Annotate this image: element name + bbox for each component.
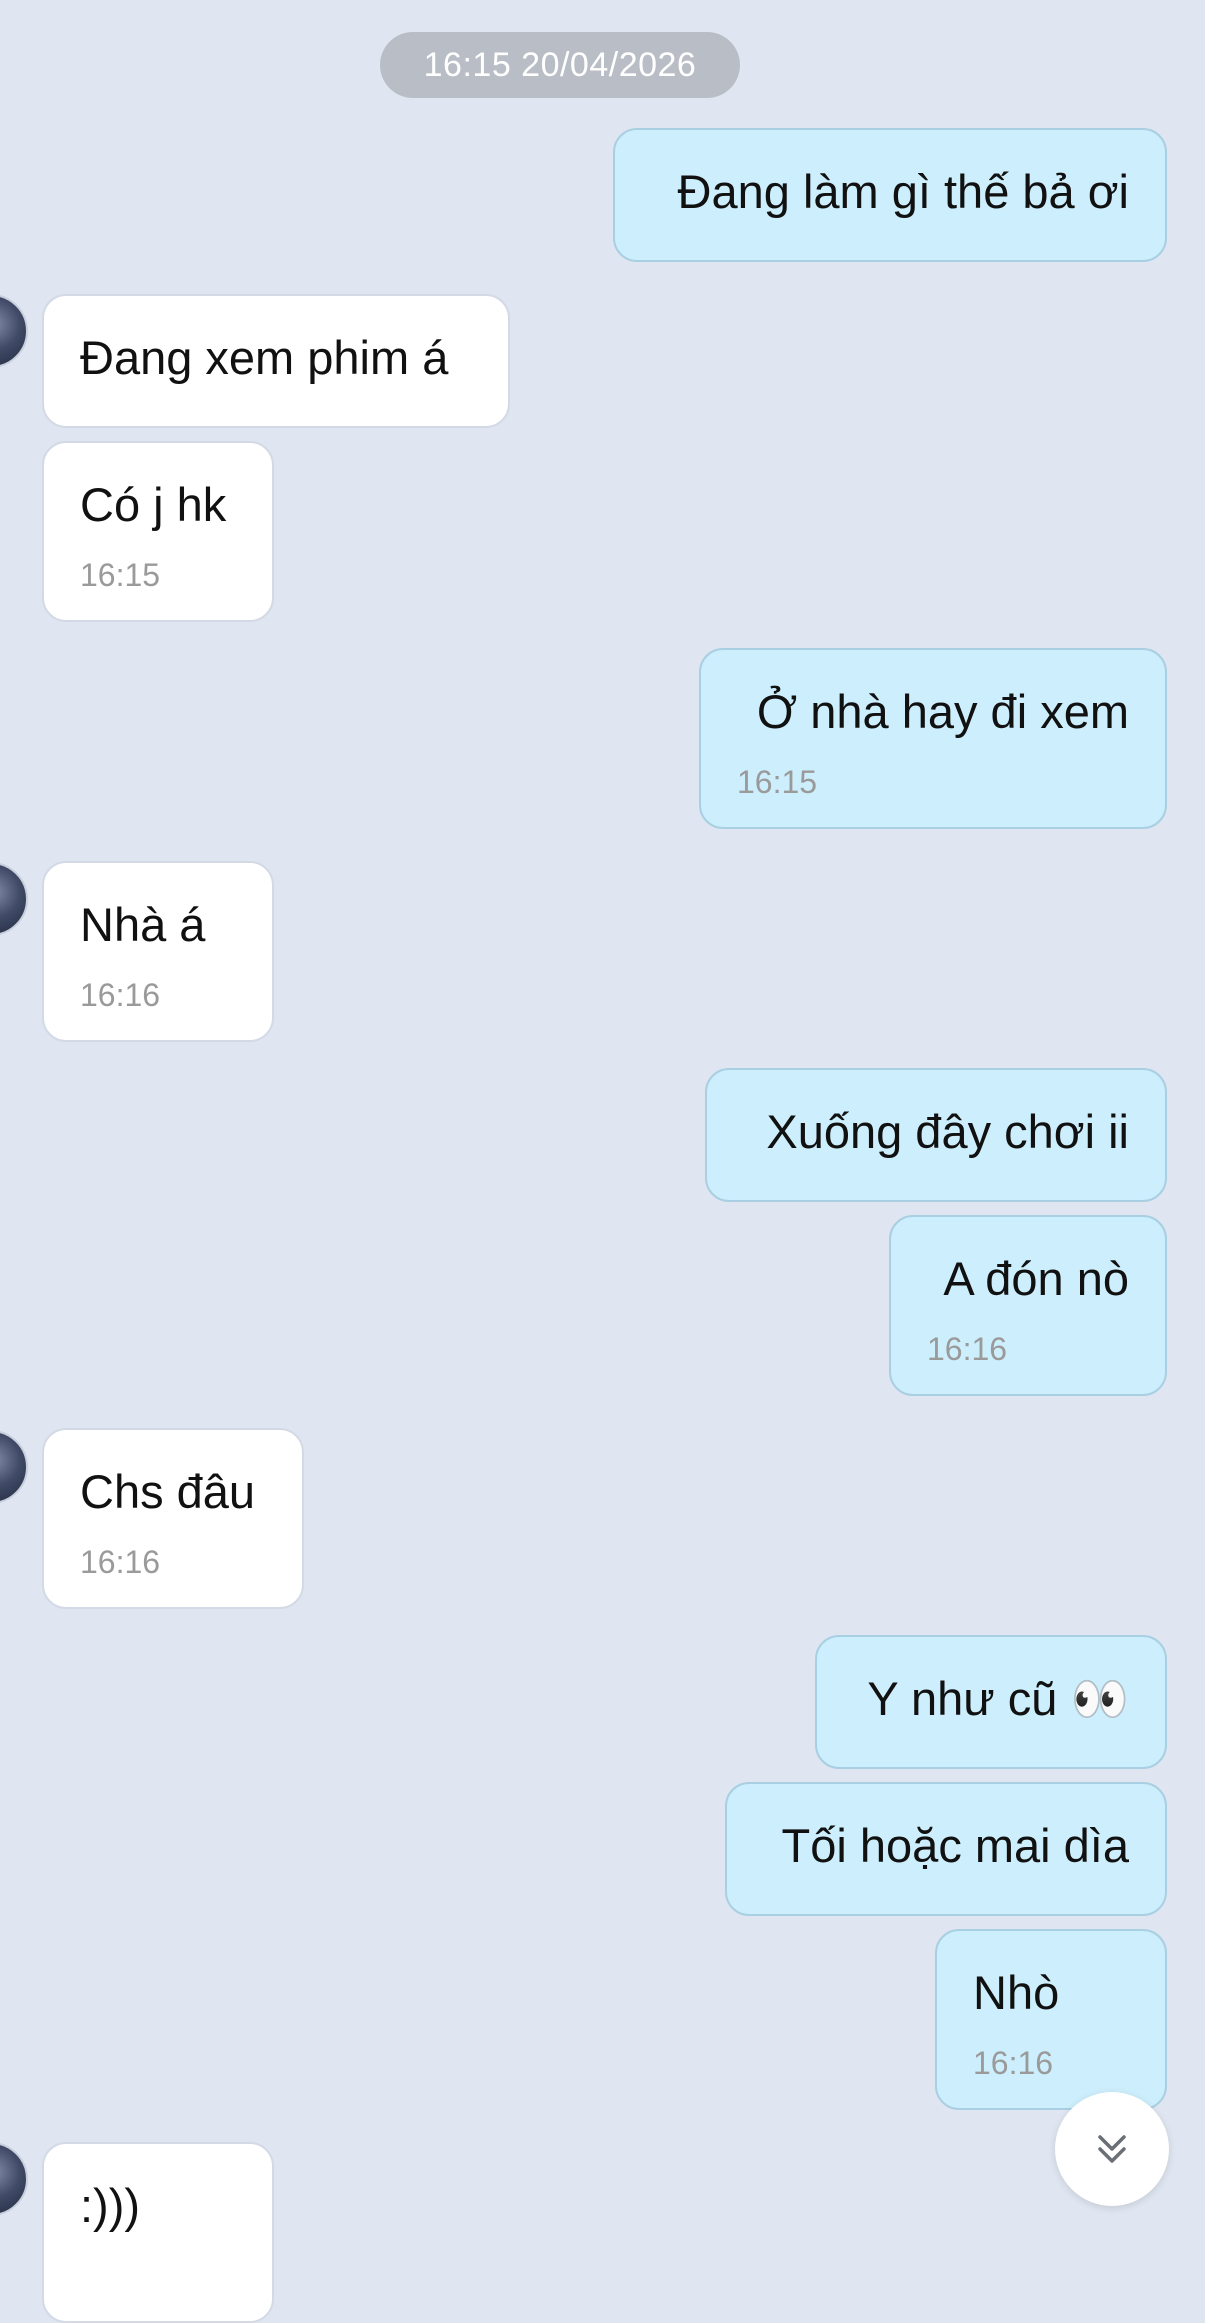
message-time: 16:16 (80, 1544, 161, 1580)
message-bubble-outgoing[interactable]: Xuống đây chơi ii (705, 1068, 1167, 1202)
contact-avatar[interactable] (0, 1430, 28, 1504)
message-time: 16:16 (80, 977, 161, 1013)
message-text: Đang xem phim á (80, 331, 449, 384)
message-text: Xuống đây chơi ii (766, 1105, 1129, 1158)
message-time: 16:16 (927, 1331, 1008, 1367)
date-separator: 16:15 20/04/2026 (380, 32, 740, 98)
message-text: Nhò (973, 1966, 1060, 2019)
message-bubble-incoming[interactable]: Đang xem phim á (42, 294, 510, 428)
message-time: 16:15 (737, 764, 818, 800)
scroll-to-bottom-button[interactable] (1055, 2092, 1169, 2206)
message-bubble-incoming[interactable]: Nhà á 16:16 (42, 861, 274, 1042)
contact-avatar[interactable] (0, 294, 28, 368)
message-bubble-incoming[interactable]: Có j hk 16:15 (42, 441, 274, 622)
message-text: Đang làm gì thế bả ơi (677, 165, 1129, 218)
message-text: Y như cũ 👀 (867, 1672, 1129, 1725)
message-text: Có j hk (80, 478, 227, 531)
message-time: 16:15 (80, 557, 161, 593)
contact-avatar[interactable] (0, 862, 28, 936)
message-text: :))) (80, 2179, 141, 2232)
message-bubble-outgoing[interactable]: Y như cũ 👀 (815, 1635, 1167, 1769)
chevron-double-down-icon (1098, 2135, 1126, 2163)
message-text: A đón nò (943, 1252, 1129, 1305)
message-text: Ở nhà hay đi xem (756, 685, 1129, 738)
chat-thread: 16:15 20/04/2026 Đang làm gì thế bả ơi Đ… (0, 0, 1205, 2323)
message-bubble-outgoing[interactable]: A đón nò 16:16 (889, 1215, 1167, 1396)
message-time: 16:16 (973, 2045, 1054, 2081)
message-text: Nhà á (80, 898, 206, 951)
message-text: Tối hoặc mai dìa (781, 1819, 1129, 1872)
contact-avatar[interactable] (0, 2142, 28, 2216)
message-bubble-incoming[interactable]: Chs đâu 16:16 (42, 1428, 304, 1609)
message-bubble-outgoing[interactable]: Ở nhà hay đi xem 16:15 (699, 648, 1167, 829)
message-bubble-incoming[interactable]: :))) (42, 2142, 274, 2323)
message-bubble-outgoing[interactable]: Nhò 16:16 (935, 1929, 1167, 2110)
message-bubble-outgoing[interactable]: Tối hoặc mai dìa (725, 1782, 1167, 1916)
message-bubble-outgoing[interactable]: Đang làm gì thế bả ơi (613, 128, 1167, 262)
message-text: Chs đâu (80, 1465, 256, 1518)
